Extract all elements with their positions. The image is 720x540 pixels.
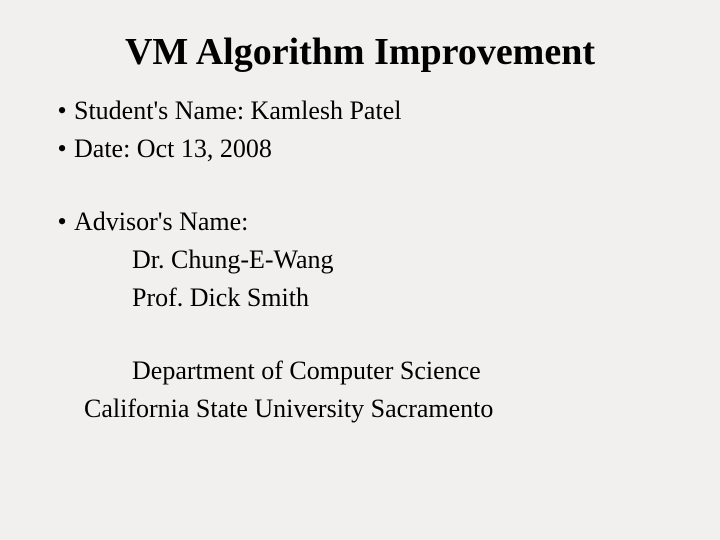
slide: VM Algorithm Improvement • Student's Nam… <box>0 0 720 540</box>
advisor-line-1: Dr. Chung-E-Wang <box>50 241 680 279</box>
slide-title: VM Algorithm Improvement <box>40 30 680 74</box>
bullet-student: • Student's Name: Kamlesh Patel <box>50 92 680 130</box>
bullet-dot-icon: • <box>50 130 74 168</box>
bullet-text: Advisor's Name: <box>74 203 680 241</box>
bullet-date: • Date: Oct 13, 2008 <box>50 130 680 168</box>
blank-line <box>50 167 680 203</box>
bullet-text: Date: Oct 13, 2008 <box>74 130 680 168</box>
bullet-dot-icon: • <box>50 92 74 130</box>
bullet-dot-icon: • <box>50 203 74 241</box>
blank-line <box>50 316 680 352</box>
department-line: Department of Computer Science <box>50 352 680 390</box>
university-line: California State University Sacramento <box>50 390 680 428</box>
slide-content: • Student's Name: Kamlesh Patel • Date: … <box>40 92 680 428</box>
bullet-text: Student's Name: Kamlesh Patel <box>74 92 680 130</box>
advisor-line-2: Prof. Dick Smith <box>50 279 680 317</box>
bullet-advisor: • Advisor's Name: <box>50 203 680 241</box>
